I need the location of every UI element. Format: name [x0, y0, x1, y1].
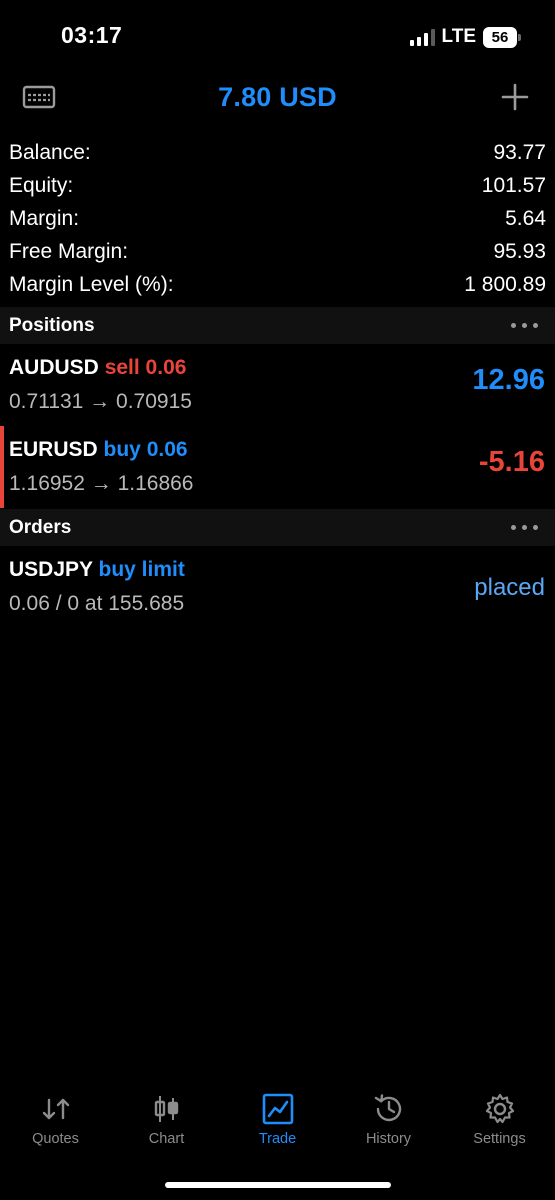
tab-trade[interactable]: Trade — [222, 1080, 333, 1160]
summary-value: 95.93 — [493, 239, 546, 263]
tab-label: Quotes — [32, 1131, 79, 1147]
plus-icon[interactable] — [500, 82, 530, 112]
tab-history[interactable]: History — [333, 1080, 444, 1160]
section-title: Positions — [9, 314, 95, 336]
selected-row-marker — [0, 426, 4, 508]
order-title: USDJPY buy limit — [9, 558, 185, 582]
tab-label: Settings — [473, 1131, 526, 1147]
summary-label: Balance: — [9, 140, 91, 164]
positions-section-header: Positions — [0, 307, 555, 344]
order-status: placed — [474, 574, 545, 601]
tab-chart[interactable]: Chart — [111, 1080, 222, 1160]
position-symbol: AUDUSD — [9, 356, 99, 379]
summary-label: Margin Level (%): — [9, 272, 174, 296]
position-title: EURUSD buy 0.06 — [9, 438, 188, 462]
order-details: 0.06 / 0 at 155.685 — [9, 592, 185, 615]
position-prices: 1.16952 → 1.16866 — [9, 472, 194, 495]
order-symbol: USDJPY — [9, 558, 93, 581]
status-time: 03:17 — [61, 22, 123, 48]
position-side: buy 0.06 — [103, 438, 188, 461]
summary-value: 93.77 — [493, 140, 546, 164]
tab-label: Chart — [148, 1131, 185, 1147]
position-prices: 0.71131 → 0.70915 — [9, 390, 192, 413]
position-side: sell 0.06 — [104, 356, 187, 379]
settings-gear-icon — [485, 1093, 514, 1124]
summary-row-margin-level: Margin Level (%): 1 800.89 — [0, 268, 555, 301]
more-options-icon[interactable] — [511, 525, 538, 530]
summary-label: Margin: — [9, 206, 80, 230]
tab-label: History — [365, 1131, 412, 1147]
summary-value: 1 800.89 — [464, 272, 546, 296]
summary-row-balance: Balance: 93.77 — [0, 136, 555, 169]
quotes-arrows-icon — [42, 1098, 69, 1120]
battery-icon: 56 — [483, 26, 521, 48]
order-type: buy limit — [98, 558, 185, 581]
summary-row-free-margin: Free Margin: 95.93 — [0, 235, 555, 268]
position-row-eurusd[interactable]: EURUSD buy 0.06 1.16952 → 1.16866 -5.16 — [0, 426, 555, 508]
orders-section-header: Orders — [0, 509, 555, 546]
summary-label: Equity: — [9, 173, 74, 197]
tab-settings[interactable]: Settings — [444, 1080, 555, 1160]
status-indicators: LTE 56 — [409, 24, 521, 50]
section-title: Orders — [9, 516, 72, 538]
status-bar: 03:17 LTE 56 — [0, 0, 555, 74]
position-profit: -5.16 — [478, 446, 545, 478]
trade-chart-icon — [262, 1093, 293, 1125]
tab-label: Trade — [258, 1131, 297, 1147]
position-profit: 12.96 — [472, 364, 545, 396]
order-row-usdjpy[interactable]: USDJPY buy limit 0.06 / 0 at 155.685 pla… — [0, 546, 555, 628]
summary-row-margin: Margin: 5.64 — [0, 202, 555, 235]
network-type: LTE — [441, 26, 476, 47]
more-options-icon[interactable] — [511, 323, 538, 328]
account-summary: Balance: 93.77 Equity: 101.57 Margin: 5.… — [0, 136, 555, 301]
position-symbol: EURUSD — [9, 438, 98, 461]
header: 7.80 USD — [0, 74, 555, 124]
summary-row-equity: Equity: 101.57 — [0, 169, 555, 202]
position-title: AUDUSD sell 0.06 — [9, 356, 186, 380]
candlestick-chart-icon — [154, 1096, 178, 1122]
summary-label: Free Margin: — [9, 239, 129, 263]
trade-screen: 03:17 LTE 56 7.80 USD Balance: 93.77 Equ… — [0, 0, 555, 1200]
summary-value: 5.64 — [505, 206, 546, 230]
bottom-tab-bar: Quotes Chart Trade History Settings — [0, 1080, 555, 1160]
position-row-audusd[interactable]: AUDUSD sell 0.06 0.71131 → 0.70915 12.96 — [0, 344, 555, 426]
home-indicator[interactable] — [164, 1182, 391, 1188]
history-clock-icon — [374, 1094, 401, 1122]
tab-quotes[interactable]: Quotes — [0, 1080, 111, 1160]
summary-value: 101.57 — [481, 173, 546, 197]
battery-level: 56 — [491, 28, 509, 46]
cellular-signal-icon — [409, 28, 435, 46]
header-balance-title[interactable]: 7.80 USD — [0, 82, 555, 113]
